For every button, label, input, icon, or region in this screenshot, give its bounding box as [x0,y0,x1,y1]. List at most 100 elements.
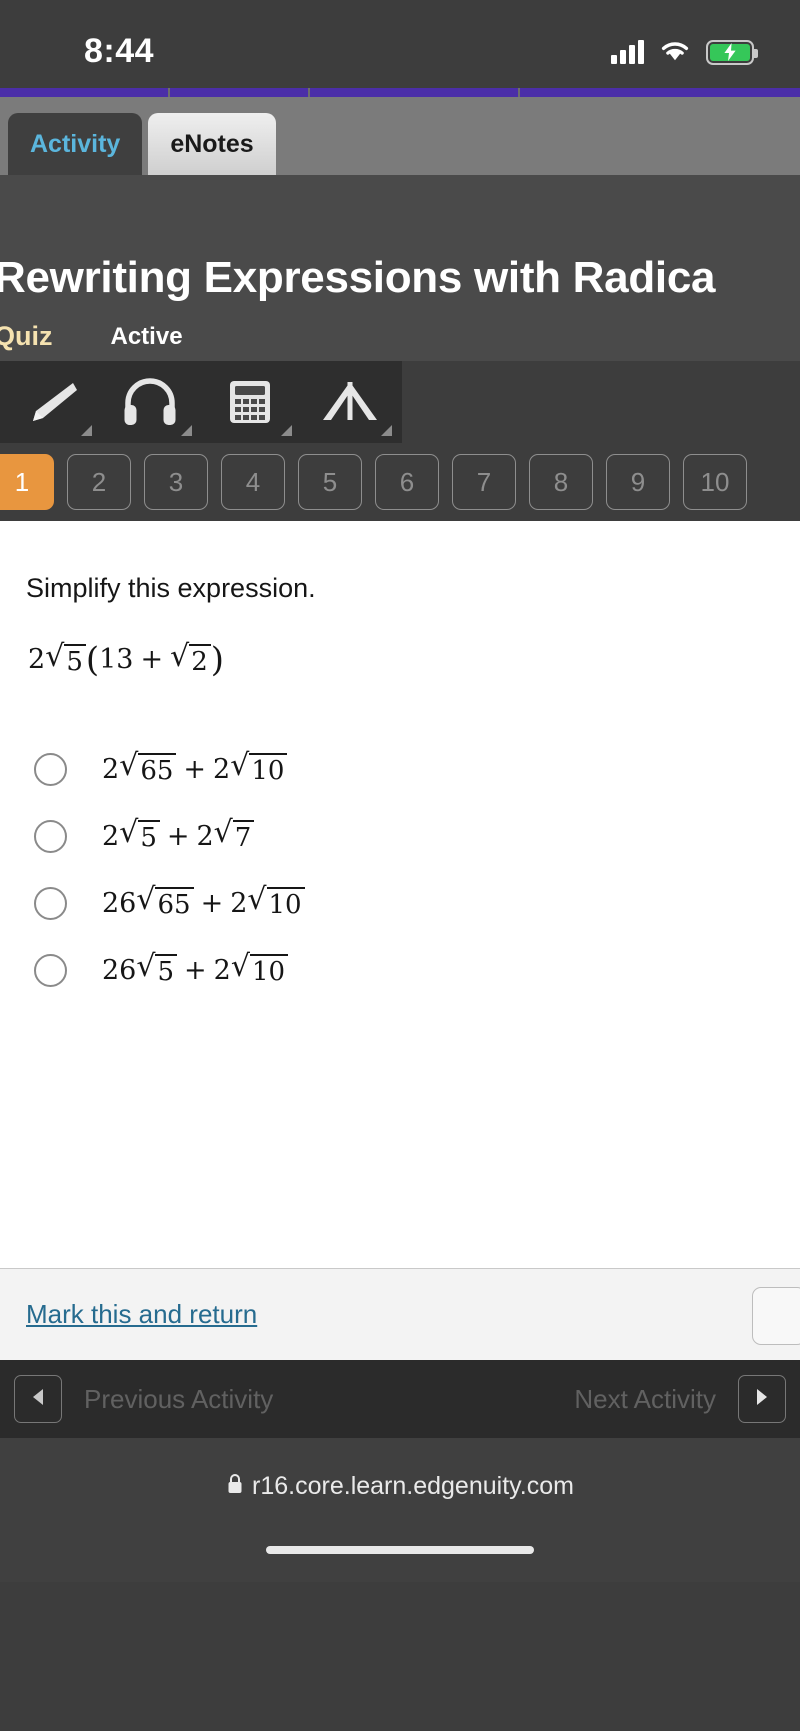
next-activity-button[interactable] [738,1375,786,1423]
math-tools-button[interactable] [300,361,400,443]
expression-open-paren: ( [85,639,100,680]
status-bar: 8:44 [0,0,800,88]
headphones-icon [122,377,178,427]
choice-radicand-2: 10 [249,753,288,787]
choice-radical-2: √ 7 [214,818,255,854]
answer-choice-text: 26 √ 65 + 2 √ 10 [102,885,305,921]
address-bar-url: r16.core.learn.edgenuity.com [252,1471,574,1500]
choice-coefficient-1: 2 [102,820,120,852]
tab-enotes[interactable]: eNotes [148,113,276,175]
question-number-button[interactable]: 4 [221,454,285,510]
lock-icon [226,1472,244,1501]
answer-choice-list: 2 √ 65 + 2 √ 10 2 √ 5 + 2 √ 7 26 √ 65 + … [26,736,800,1004]
activity-nav-bar: Previous Activity Next Activity [0,1360,800,1438]
choice-radical-2: √ 10 [230,751,288,787]
question-number-button[interactable]: 3 [144,454,208,510]
choice-operator: + [166,820,190,852]
radio-button[interactable] [34,886,67,920]
cellular-signal-icon [611,40,644,64]
question-number-button[interactable]: 2 [67,454,131,510]
answer-choice[interactable]: 26 √ 5 + 2 √ 10 [26,937,800,1004]
tab-activity[interactable]: Activity [8,113,143,175]
choice-radicand-1: 65 [138,753,177,787]
left-arrow-icon [29,1387,47,1412]
radio-button[interactable] [34,819,67,853]
question-number-label: 6 [399,466,415,497]
progress-segment [310,88,520,97]
choice-coefficient-1: 26 [102,954,137,986]
previous-activity-label: Previous Activity [84,1383,274,1414]
address-bar[interactable]: r16.core.learn.edgenuity.com [0,1438,800,1534]
answer-choice[interactable]: 2 √ 5 + 2 √ 7 [26,803,800,870]
lesson-meta: Quiz Active [0,321,800,352]
radio-button[interactable] [34,953,67,987]
question-expression: 2 √ 5 ( 13 + √ 2 ) [28,642,800,678]
question-number-label: 10 [700,466,730,497]
question-number-label: 3 [168,466,184,497]
expression-inner-radicand: 2 [189,644,211,678]
tab-bar: Activity eNotes [0,97,800,175]
choice-operator: + [183,753,207,785]
question-number-button[interactable]: 10 [683,454,747,510]
question-number-button[interactable]: 9 [606,454,670,510]
question-number-label: 4 [245,466,261,497]
tools-toolbar [0,361,402,443]
question-number-button[interactable]: 1 [0,454,54,510]
expression-radical: √ 5 [45,642,86,678]
choice-radicand-1: 5 [155,954,178,988]
progress-segment [170,88,310,97]
save-button[interactable] [752,1287,800,1345]
progress-segment [520,88,800,97]
choice-radical-1: √ 5 [119,818,160,854]
question-footer: Mark this and return [0,1268,800,1360]
choice-radical-1: √ 5 [136,952,178,988]
read-aloud-tool-button[interactable] [100,361,200,443]
choice-coefficient-2: 2 [196,820,214,852]
question-number-strip: 1 2 3 4 5 6 7 8 9 10 [0,443,800,521]
choice-operator: + [184,954,207,986]
choice-coefficient-1: 2 [102,753,120,785]
activity-type-label: Quiz [0,321,53,351]
home-indicator[interactable] [266,1546,534,1554]
answer-choice[interactable]: 2 √ 65 + 2 √ 10 [26,736,800,803]
question-number-button[interactable]: 5 [298,454,362,510]
calculator-tool-button[interactable] [200,361,300,443]
choice-radicand-1: 65 [155,887,194,921]
question-number-button[interactable]: 7 [452,454,516,510]
choice-radical-2: √ 10 [231,952,289,988]
question-panel: Simplify this expression. 2 √ 5 ( 13 + √ 2… [0,521,800,1268]
question-number-label: 2 [91,466,107,497]
question-number-label: 5 [322,466,338,497]
choice-radicand-2: 7 [232,820,255,854]
answer-choice[interactable]: 26 √ 65 + 2 √ 10 [26,870,800,937]
tab-activity-label: Activity [30,129,121,158]
highlighter-icon [19,377,81,427]
choice-radical-2: √ 10 [247,885,305,921]
status-time: 8:44 [84,31,155,70]
expression-coefficient: 2 [28,644,46,676]
progress-segment [0,88,170,97]
expression-inner-term: 13 [99,644,134,676]
answer-choice-text: 2 √ 65 + 2 √ 10 [102,751,288,787]
choice-operator: + [200,887,224,919]
highlighter-tool-button[interactable] [0,361,100,443]
choice-coefficient-2: 2 [213,753,231,785]
choice-radicand-2: 10 [249,954,289,988]
right-arrow-icon [753,1387,771,1412]
question-number-label: 9 [630,466,646,497]
question-number-button[interactable]: 6 [375,454,439,510]
radio-button[interactable] [34,752,67,786]
answer-choice-text: 26 √ 5 + 2 √ 10 [102,952,289,988]
question-number-button[interactable]: 8 [529,454,593,510]
lesson-header: Rewriting Expressions with Radica Quiz A… [0,175,800,361]
page-title: Rewriting Expressions with Radica [0,253,716,302]
previous-activity-button[interactable] [14,1375,62,1423]
question-number-label: 8 [553,466,569,497]
choice-radical-1: √ 65 [136,885,194,921]
next-activity-label: Next Activity [574,1383,716,1414]
choice-radicand-1: 5 [138,820,160,854]
activity-status-label: Active [110,322,183,350]
choice-radical-1: √ 65 [119,751,177,787]
choice-coefficient-2: 2 [230,887,248,919]
mark-this-and-return-link[interactable]: Mark this and return [26,1299,257,1330]
